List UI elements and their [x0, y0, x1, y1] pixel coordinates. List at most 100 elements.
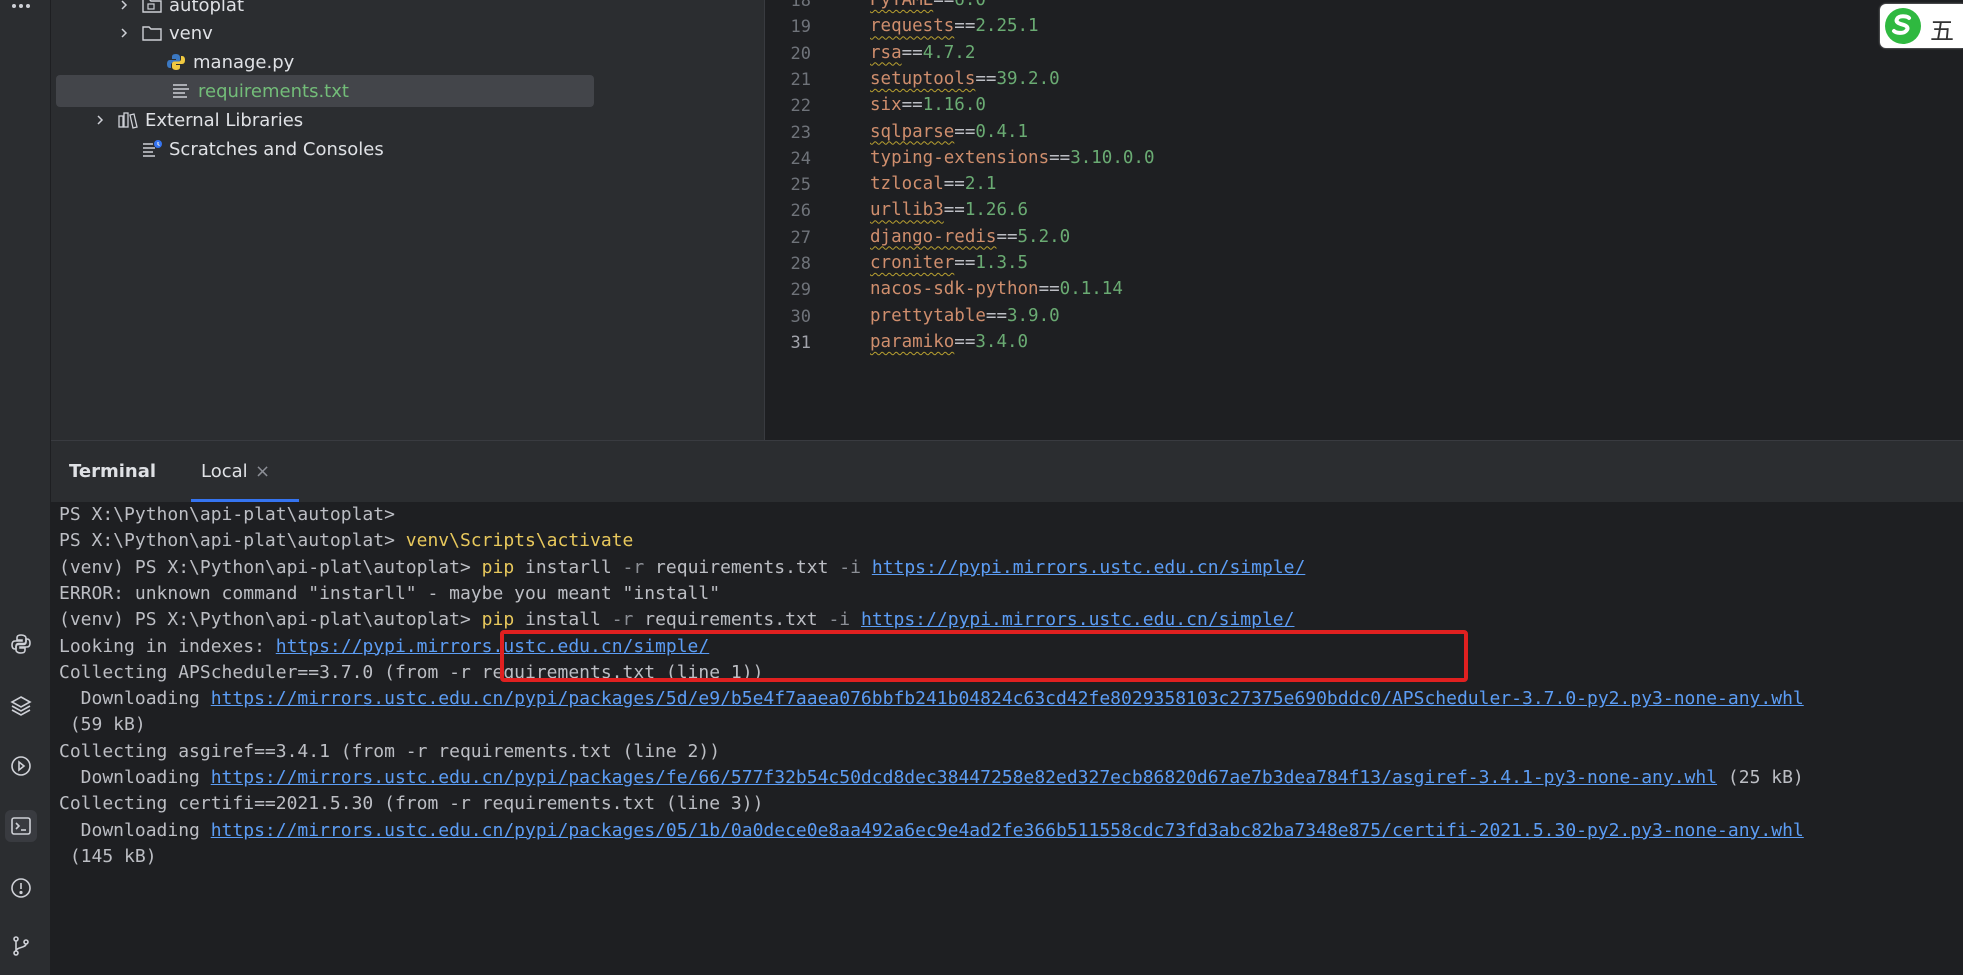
scratches-icon: [141, 139, 163, 159]
git-icon[interactable]: [5, 930, 37, 962]
terminal-text: instarll: [514, 556, 623, 578]
close-icon[interactable]: ×: [255, 461, 270, 482]
terminal-text: Collecting certifi==2021.5.30 (from -r r…: [59, 793, 764, 815]
terminal-line: Collecting certifi==2021.5.30 (from -r r…: [59, 793, 763, 814]
line-number: 31: [790, 332, 811, 353]
ime-indicator[interactable]: 五: [1880, 4, 1963, 48]
terminal-line: Downloading https://mirrors.ustc.edu.cn/…: [59, 820, 1804, 841]
package-name: nacos-sdk-python: [870, 279, 1039, 300]
chevron-right-icon[interactable]: [117, 0, 141, 12]
code-line[interactable]: urllib3==1.26.6: [870, 200, 1028, 220]
python-console-icon[interactable]: [5, 628, 37, 660]
tree-item-label: venv: [169, 22, 213, 44]
terminal-link[interactable]: https://pypi.mirrors.ustc.edu.cn/simple/: [872, 557, 1305, 578]
line-number: 29: [790, 280, 811, 301]
terminal-text: (145 kB): [59, 845, 157, 867]
terminal-text: ERROR: unknown command "instarll" - mayb…: [59, 582, 721, 604]
line-number: 20: [790, 43, 811, 64]
terminal-link[interactable]: https://mirrors.ustc.edu.cn/pypi/package…: [211, 820, 1804, 841]
terminal-icon[interactable]: [5, 810, 37, 842]
tree-item-scratches-and-consoles[interactable]: Scratches and Consoles: [141, 133, 384, 165]
terminal-text: PS X:\Python\api-plat\autoplat>: [59, 530, 406, 552]
version-operator: ==: [985, 305, 1007, 326]
tree-item-venv[interactable]: venv: [117, 17, 213, 49]
version-operator: ==: [996, 226, 1018, 247]
version-operator: ==: [1049, 147, 1071, 168]
code-line[interactable]: nacos-sdk-python==0.1.14: [870, 279, 1123, 299]
package-version: 2.25.1: [975, 16, 1039, 37]
module-folder-icon: [141, 0, 163, 15]
version-operator: ==: [901, 95, 923, 116]
services-icon[interactable]: [5, 750, 37, 782]
code-line[interactable]: sqlparse==0.4.1: [870, 122, 1028, 142]
package-name: urllib3: [870, 200, 944, 221]
terminal-flag: -i: [828, 609, 851, 631]
code-line[interactable]: croniter==1.3.5: [870, 253, 1028, 273]
package-version: 0.4.1: [975, 121, 1029, 142]
terminal-line: PS X:\Python\api-plat\autoplat> venv\Scr…: [59, 530, 633, 551]
version-operator: ==: [901, 42, 923, 63]
line-number: 27: [790, 227, 811, 248]
code-editor[interactable]: 18 PyYAML==6.0 19 requests==2.25.1 20 rsa==4.…: [764, 0, 1963, 440]
terminal-line: Collecting asgiref==3.4.1 (from -r requi…: [59, 741, 720, 762]
version-operator: ==: [954, 253, 976, 273]
version-operator: ==: [954, 16, 976, 37]
terminal-link[interactable]: https://mirrors.ustc.edu.cn/pypi/package…: [211, 767, 1717, 788]
tree-item-manage-py[interactable]: manage.py: [165, 46, 294, 78]
chevron-right-icon[interactable]: [93, 113, 117, 127]
tab-local[interactable]: Local ×: [191, 451, 301, 503]
package-version: 3.10.0.0: [1070, 147, 1155, 168]
terminal-flag: -i: [839, 556, 861, 578]
terminal-line: (venv) PS X:\Python\api-plat\autoplat> p…: [59, 557, 1305, 578]
code-line[interactable]: six==1.16.0: [870, 95, 986, 115]
line-number: 23: [790, 122, 811, 143]
package-version: 2.1: [964, 174, 997, 195]
terminal-line: (145 kB): [59, 846, 157, 867]
terminal-line: (venv) PS X:\Python\api-plat\autoplat> p…: [59, 609, 1294, 630]
code-line[interactable]: paramiko==3.4.0: [870, 332, 1028, 352]
code-line[interactable]: django-redis==5.2.0: [870, 227, 1070, 247]
package-name: PyYAML: [870, 0, 934, 10]
terminal-text: requirements.txt: [633, 609, 829, 631]
code-line[interactable]: rsa==4.7.2: [870, 43, 975, 63]
package-name: tzlocal: [870, 174, 944, 195]
tree-item-requirements-txt[interactable]: requirements.txt: [56, 75, 594, 107]
package-name: paramiko: [870, 331, 955, 352]
terminal-text: PS X:\Python\api-plat\autoplat>: [59, 504, 395, 525]
tree-item-label: Scratches and Consoles: [169, 138, 384, 160]
code-line[interactable]: PyYAML==6.0: [870, 0, 986, 10]
terminal-line: Downloading https://mirrors.ustc.edu.cn/…: [59, 767, 1804, 788]
code-line[interactable]: typing-extensions==3.10.0.0: [870, 148, 1155, 168]
more-icon[interactable]: [5, 0, 37, 20]
package-version: 39.2.0: [996, 68, 1060, 89]
package-name: requests: [870, 16, 955, 37]
version-operator: ==: [954, 331, 976, 352]
terminal-link[interactable]: https://pypi.mirrors.ustc.edu.cn/simple/: [861, 609, 1294, 630]
code-line[interactable]: setuptools==39.2.0: [870, 69, 1060, 89]
package-name: sqlparse: [870, 121, 955, 142]
package-version: 1.16.0: [922, 95, 986, 116]
version-operator: ==: [943, 200, 965, 221]
tree-item-external-libraries[interactable]: External Libraries: [93, 104, 303, 136]
terminal-text: requirements.txt: [644, 556, 840, 578]
terminal-text: (venv) PS X:\Python\api-plat\autoplat>: [59, 609, 482, 631]
terminal-link[interactable]: https://mirrors.ustc.edu.cn/pypi/package…: [211, 688, 1804, 709]
python-file-icon: [165, 52, 187, 72]
tab-local-label: Local: [201, 461, 248, 482]
code-line[interactable]: prettytable==3.9.0: [870, 306, 1060, 326]
package-name: prettytable: [870, 305, 986, 326]
layers-icon[interactable]: [5, 690, 37, 722]
package-name: django-redis: [870, 226, 997, 247]
terminal-command: pip: [481, 609, 515, 631]
chevron-right-icon[interactable]: [117, 26, 141, 40]
package-version: 4.7.2: [922, 42, 976, 63]
version-operator: ==: [933, 0, 955, 10]
code-line[interactable]: requests==2.25.1: [870, 16, 1039, 36]
problems-icon[interactable]: [5, 872, 37, 904]
code-line[interactable]: tzlocal==2.1: [870, 174, 996, 194]
terminal-output[interactable]: PS X:\Python\api-plat\autoplat> PS X:\Pyt…: [51, 502, 1963, 975]
terminal-line: PS X:\Python\api-plat\autoplat>: [59, 504, 395, 525]
text-file-icon: [170, 81, 192, 101]
